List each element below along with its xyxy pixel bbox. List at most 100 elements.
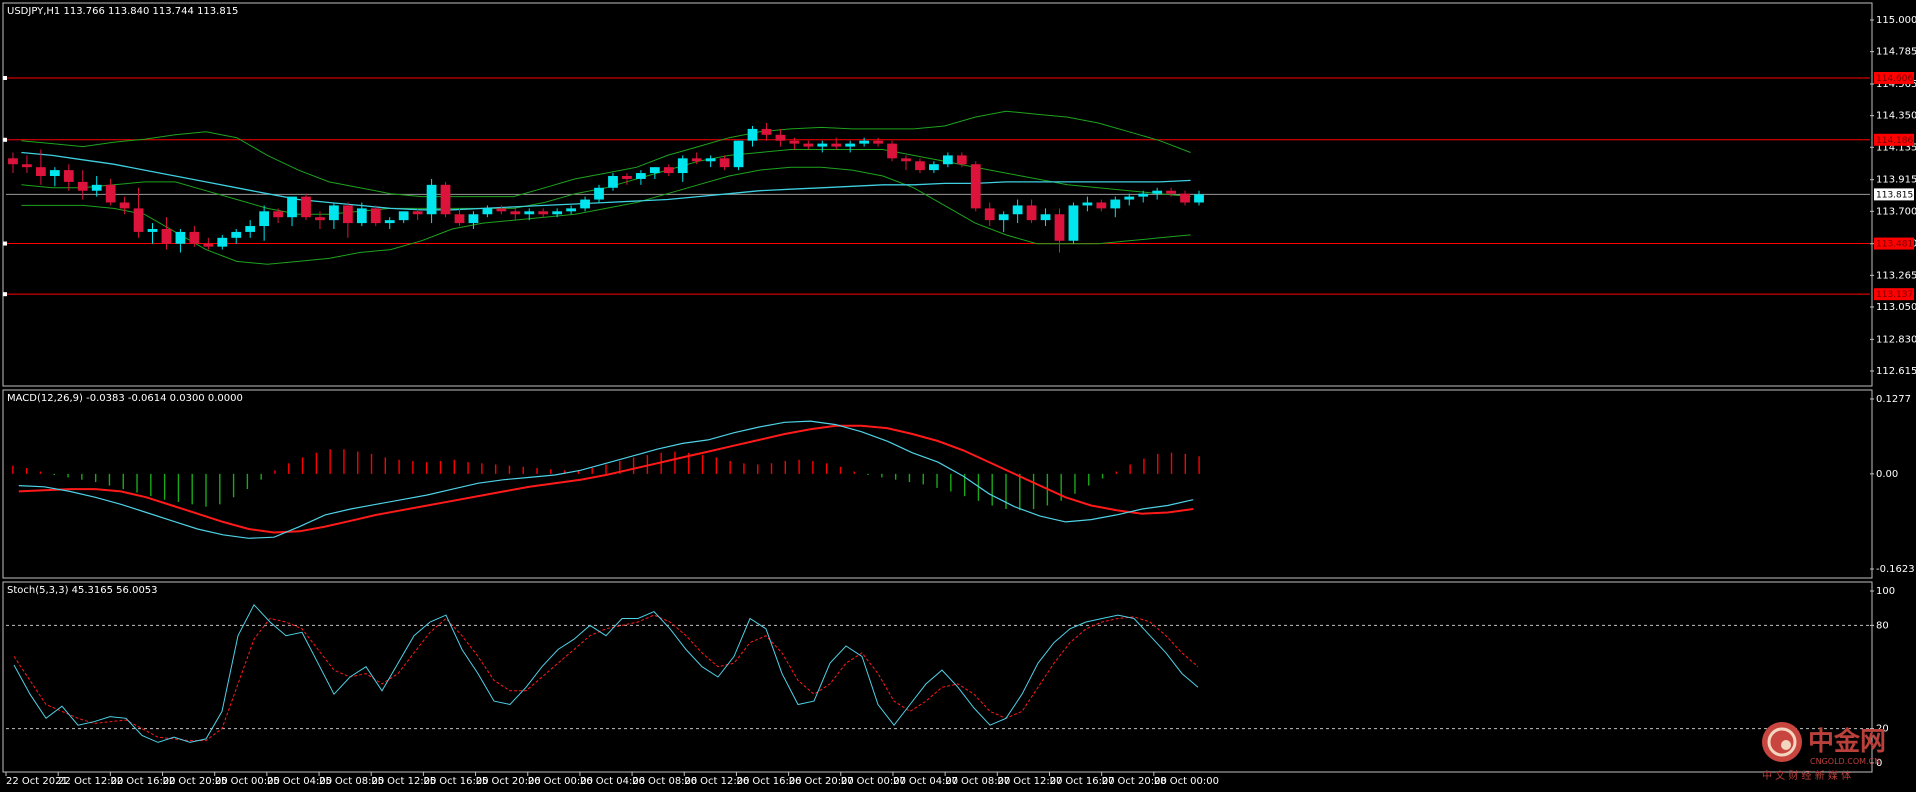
stoch-axis-label: 80 bbox=[1876, 620, 1889, 631]
candle-body bbox=[831, 143, 842, 147]
candle-body bbox=[217, 237, 228, 247]
candle-body bbox=[873, 140, 883, 144]
price-axis-label: 114.785 bbox=[1876, 47, 1916, 58]
candle-body bbox=[384, 220, 395, 224]
candle-body bbox=[1194, 194, 1204, 203]
candle-body bbox=[412, 211, 423, 215]
candle-body bbox=[496, 208, 507, 212]
candle-body bbox=[1138, 193, 1149, 197]
candle-body bbox=[594, 187, 604, 200]
candle-body bbox=[677, 158, 688, 174]
current-price-tag-label: 113.815 bbox=[1876, 190, 1913, 200]
candle-body bbox=[287, 196, 297, 218]
macd-panel-header: MACD(12,26,9) -0.0383 -0.0614 0.0300 0.0… bbox=[7, 393, 243, 404]
candle-body bbox=[301, 196, 311, 218]
candle-body bbox=[426, 184, 437, 215]
candle-body bbox=[510, 211, 521, 215]
candle-body bbox=[942, 155, 953, 165]
candle-body bbox=[1082, 202, 1093, 206]
price-axis-label: 113.700 bbox=[1876, 206, 1916, 217]
candle-body bbox=[63, 170, 74, 182]
price-axis-label: 115.000 bbox=[1876, 15, 1916, 26]
price-axis-label: 113.265 bbox=[1876, 270, 1916, 281]
candle-body bbox=[342, 205, 353, 224]
watermark-slogan: 中 文 财 经 新 媒 体 bbox=[1762, 769, 1851, 782]
candle-body bbox=[203, 243, 214, 247]
candle-body bbox=[105, 184, 116, 203]
candle-body bbox=[761, 128, 772, 135]
candle-body bbox=[1054, 214, 1065, 241]
candle-body bbox=[356, 208, 367, 224]
candle-body bbox=[956, 155, 967, 165]
level-price-tag-label: 113.137 bbox=[1876, 290, 1913, 300]
candle-body bbox=[789, 140, 800, 144]
candle-body bbox=[970, 164, 981, 209]
candle-body bbox=[259, 211, 270, 227]
time-axis-label: 28 Oct 00:00 bbox=[1154, 776, 1219, 787]
chart-background bbox=[0, 0, 1916, 792]
candle-body bbox=[119, 202, 130, 209]
candle-body bbox=[1012, 205, 1023, 215]
price-panel-header: USDJPY,H1 113.766 113.840 113.744 113.81… bbox=[7, 6, 238, 17]
candle-body bbox=[915, 161, 925, 171]
candle-body bbox=[566, 208, 576, 212]
candle-body bbox=[887, 143, 897, 159]
candle-body bbox=[733, 140, 744, 168]
candle-body bbox=[901, 158, 911, 162]
price-axis-label: 112.830 bbox=[1876, 334, 1916, 345]
candle-body bbox=[370, 208, 381, 224]
candle-body bbox=[49, 170, 60, 176]
level-anchor-handle bbox=[3, 241, 7, 246]
candle-body bbox=[273, 211, 283, 218]
candle-body bbox=[845, 143, 856, 147]
candle-body bbox=[22, 164, 32, 168]
price-axis-label: 113.915 bbox=[1876, 175, 1916, 186]
candle-body bbox=[1166, 190, 1176, 194]
candle-body bbox=[468, 214, 479, 224]
candle-body bbox=[36, 167, 46, 176]
candle-body bbox=[663, 167, 674, 174]
candle-body bbox=[1180, 193, 1190, 203]
level-anchor-handle bbox=[3, 292, 7, 297]
candle-body bbox=[8, 158, 18, 165]
candle-body bbox=[719, 158, 730, 168]
candle-body bbox=[1096, 202, 1107, 209]
candle-body bbox=[133, 208, 144, 232]
macd-axis-label: 0.00 bbox=[1876, 469, 1898, 480]
candle-body bbox=[552, 211, 563, 215]
candle-body bbox=[1026, 205, 1037, 221]
candle-body bbox=[705, 158, 716, 162]
candle-body bbox=[440, 184, 451, 215]
candle-body bbox=[747, 128, 758, 141]
candle-body bbox=[454, 214, 465, 224]
candle-body bbox=[147, 228, 158, 232]
candle-body bbox=[691, 158, 702, 162]
candle-body bbox=[803, 143, 814, 147]
candle-body bbox=[77, 181, 88, 191]
candle-body bbox=[608, 176, 618, 188]
macd-axis-label: -0.1623 bbox=[1876, 564, 1915, 575]
candle-body bbox=[538, 211, 549, 215]
watermark-url: CNGOLD.COM.CN bbox=[1810, 757, 1880, 766]
candle-body bbox=[524, 211, 535, 215]
candle-body bbox=[161, 228, 172, 244]
level-price-tag-label: 113.481 bbox=[1876, 240, 1913, 250]
candle-body bbox=[398, 211, 409, 221]
candle-body bbox=[482, 208, 493, 215]
candle-body bbox=[1110, 199, 1121, 209]
watermark-brand: 中金网 bbox=[1808, 726, 1886, 757]
stoch-panel-header: Stoch(5,3,3) 45.3165 56.0053 bbox=[7, 585, 158, 596]
candle-body bbox=[1152, 190, 1163, 194]
candle-body bbox=[859, 140, 870, 144]
candle-body bbox=[245, 226, 256, 232]
candle-body bbox=[649, 167, 660, 174]
candle-body bbox=[231, 231, 242, 238]
candle-body bbox=[1040, 214, 1051, 221]
candle-body bbox=[189, 231, 200, 244]
candle-body bbox=[929, 164, 939, 171]
candle-body bbox=[817, 143, 828, 147]
candle-body bbox=[622, 176, 632, 179]
trading-chart[interactable]: 115.000114.785114.565114.350114.135113.9… bbox=[0, 0, 1916, 792]
macd-axis-label: 0.1277 bbox=[1876, 394, 1911, 405]
candle-body bbox=[580, 199, 590, 209]
